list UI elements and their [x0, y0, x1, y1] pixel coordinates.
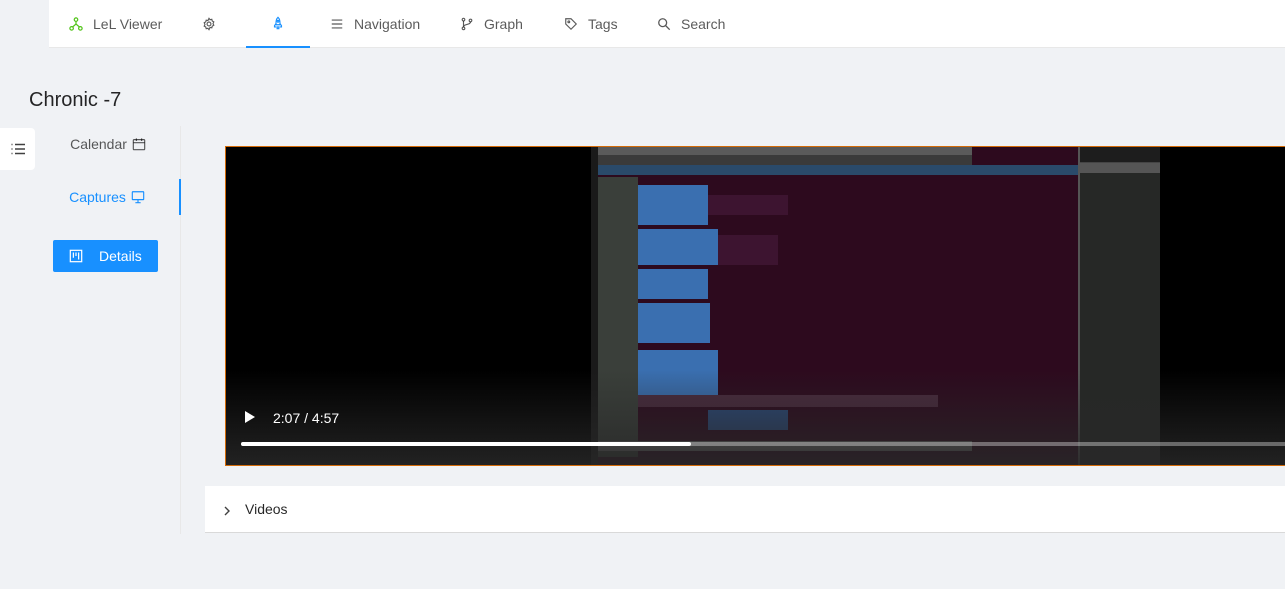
- nav-home[interactable]: LeL Viewer: [69, 0, 162, 48]
- nav-graph-label: Graph: [484, 16, 523, 32]
- videos-collapse-label: Videos: [245, 501, 288, 517]
- nav-navigation-label: Navigation: [354, 16, 421, 32]
- sidebar-toggle-button[interactable]: [0, 128, 35, 170]
- details-button-label: Details: [99, 248, 142, 264]
- nav-tags[interactable]: Tags: [564, 0, 618, 48]
- desktop-icon: [131, 191, 145, 204]
- nav-settings[interactable]: [202, 0, 216, 48]
- project-icon: [69, 249, 83, 263]
- calendar-icon: [132, 138, 146, 151]
- nav-navigation[interactable]: Navigation: [330, 0, 420, 48]
- videos-collapse-header[interactable]: Videos: [205, 486, 1285, 533]
- nav-tags-label: Tags: [588, 16, 618, 32]
- cluster-icon: [69, 17, 83, 31]
- unordered-list-icon: [11, 143, 25, 155]
- menu-item-calendar-label: Calendar: [70, 136, 127, 152]
- side-menu: Calendar Captures: [35, 126, 181, 534]
- nav-search[interactable]: Search: [657, 0, 725, 48]
- nav-search-label: Search: [681, 16, 726, 32]
- nav-brand-label: LeL Viewer: [93, 16, 163, 32]
- video-seek-bar[interactable]: [241, 442, 1285, 446]
- nav-graph[interactable]: Graph: [460, 0, 523, 48]
- menu-item-captures-label: Captures: [69, 189, 126, 205]
- nav-rocket[interactable]: [246, 0, 310, 48]
- video-seek-progress: [241, 442, 692, 446]
- video-time: 2:07 / 4:57: [273, 410, 340, 426]
- menu-icon: [331, 19, 343, 29]
- details-button[interactable]: Details: [53, 240, 158, 272]
- video-player[interactable]: 2:07 / 4:57: [225, 146, 1285, 466]
- search-icon: [658, 18, 671, 31]
- gear-icon: [203, 17, 215, 31]
- play-icon[interactable]: [242, 409, 256, 425]
- top-navigation: LeL Viewer Navigation Graph Tags Search: [49, 0, 1285, 48]
- page-title: Chronic -7: [29, 89, 122, 111]
- branches-icon: [461, 17, 473, 31]
- menu-item-calendar[interactable]: Calendar: [35, 126, 181, 162]
- rocket-icon: [273, 16, 283, 30]
- video-controls-shade: [226, 370, 1285, 465]
- chevron-right-icon: [224, 506, 230, 516]
- tag-icon: [565, 18, 578, 31]
- menu-item-captures[interactable]: Captures: [35, 179, 181, 215]
